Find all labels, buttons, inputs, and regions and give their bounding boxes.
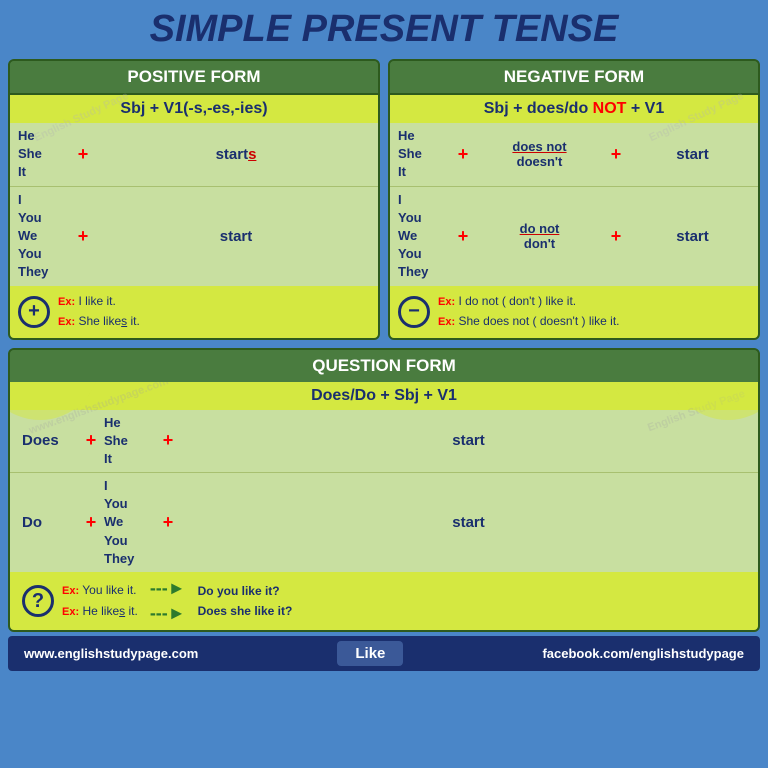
ex-label: Ex: [58, 316, 75, 328]
example-line: Ex: I do not ( don't ) like it. [438, 292, 620, 312]
ex-label: Ex: [58, 296, 75, 308]
dont: don't [524, 236, 555, 251]
footer-left: www.englishstudypage.com [24, 646, 198, 661]
q-subject: HeSheIt [102, 410, 157, 473]
subject-cell: HeSheIt [10, 123, 72, 186]
positive-examples: + Ex: I like it. Ex: She likes it. [10, 286, 378, 338]
negative-title: NEGATIVE FORM [390, 61, 758, 95]
question-table: Does + HeSheIt + start Do + IYouWeYouThe… [10, 410, 758, 573]
verb-cell: start [94, 228, 378, 245]
plus-sign: + [72, 226, 94, 247]
q-result-2: Does she like it? [198, 601, 293, 621]
modal-does: Does [10, 428, 80, 453]
example-line: Ex: She likes it. [58, 312, 140, 332]
plus-sign: + [605, 226, 627, 247]
q-example-line: Ex: You like it. [62, 580, 138, 601]
negative-section: English Study Page NEGATIVE FORM Sbj + d… [388, 59, 760, 340]
question-examples: ? Ex: You like it. Ex: He likes it. ‑‑‑►… [10, 572, 758, 630]
table-row: IYouWeYouThey + do not don't + start [390, 187, 758, 286]
like-button[interactable]: Like [337, 641, 403, 666]
positive-badge: + [18, 296, 50, 328]
table-row: IYouWeYouThey + start [10, 187, 378, 286]
table-row: HeSheIt + starts [10, 123, 378, 187]
verb-s: s [119, 604, 125, 618]
plus-sign: + [157, 430, 179, 451]
q-examples-left: Ex: You like it. Ex: He likes it. [62, 580, 138, 621]
q-verb: start [179, 514, 758, 531]
q-subject: IYouWeYouThey [102, 473, 157, 572]
plus-sign: + [605, 144, 627, 165]
q-table-row: Does + HeSheIt + start [10, 410, 758, 474]
examples-text: Ex: I like it. Ex: She likes it. [58, 292, 140, 331]
plus-sign: + [452, 226, 474, 247]
verb-suffix: s [248, 146, 256, 163]
subject-cell: IYouWeYouThey [390, 187, 452, 286]
q-examples-content: Ex: You like it. Ex: He likes it. ‑‑‑► ‑… [62, 578, 746, 624]
negative-formula: Sbj + does/do NOT + V1 [390, 95, 758, 123]
plus-sign: + [80, 512, 102, 533]
plus-sign: + [72, 144, 94, 165]
arrow-2: ‑‑‑► [150, 603, 186, 624]
q-table-row: Do + IYouWeYouThey + start [10, 473, 758, 572]
subject-cell: HeSheIt [390, 123, 452, 186]
plus-sign: + [80, 430, 102, 451]
negative-examples: − Ex: I do not ( don't ) like it. Ex: Sh… [390, 286, 758, 338]
negative-table: HeSheIt + does not doesn't + start IYouW… [390, 123, 758, 286]
footer-right: facebook.com/englishstudypage [542, 646, 744, 661]
ex-label: Ex: [438, 296, 455, 308]
subject-cell: IYouWeYouThey [10, 187, 72, 286]
question-formula: Does/Do + Sbj + V1 [10, 382, 758, 410]
ex-label: Ex: [62, 606, 79, 618]
main-container: SIMPLE PRESENT TENSE English Study Page … [0, 0, 768, 768]
doesnt: doesn't [517, 154, 563, 169]
table-row: HeSheIt + does not doesn't + start [390, 123, 758, 187]
do-not: do not [520, 221, 560, 236]
verb-cell: start [627, 228, 758, 245]
top-row: English Study Page POSITIVE FORM Sbj + V… [8, 59, 760, 340]
ex-label: Ex: [62, 585, 79, 597]
positive-table: HeSheIt + starts IYouWeYouThey + start [10, 123, 378, 286]
positive-section: English Study Page POSITIVE FORM Sbj + V… [8, 59, 380, 340]
question-section: www.englishstudypage.com English Study P… [8, 348, 760, 633]
plus-sign: + [452, 144, 474, 165]
modal-do: Do [10, 510, 80, 535]
question-badge: ? [22, 585, 54, 617]
examples-text: Ex: I do not ( don't ) like it. Ex: She … [438, 292, 620, 331]
not-text: NOT [593, 100, 627, 117]
ex-label: Ex: [438, 316, 455, 328]
negative-badge: − [398, 296, 430, 328]
positive-title: POSITIVE FORM [10, 61, 378, 95]
verb-s: s [121, 314, 127, 328]
footer: www.englishstudypage.com Like facebook.c… [8, 636, 760, 671]
q-example-line: Ex: He likes it. [62, 601, 138, 622]
question-title: QUESTION FORM [10, 350, 758, 382]
page-title: SIMPLE PRESENT TENSE [8, 8, 760, 51]
plus-sign: + [157, 512, 179, 533]
arrow-1: ‑‑‑► [150, 578, 186, 599]
example-line: Ex: She does not ( doesn't ) like it. [438, 312, 620, 332]
q-result-1: Do you like it? [198, 581, 293, 601]
verb-cell: start [627, 146, 758, 163]
q-verb: start [179, 432, 758, 449]
verb-cell: starts [94, 146, 378, 163]
q-arrows: ‑‑‑► ‑‑‑► [150, 578, 186, 624]
neg-verb-cell: do not don't [474, 221, 605, 251]
does-not: does not [512, 139, 566, 154]
positive-formula: Sbj + V1(-s,-es,-ies) [10, 95, 378, 123]
q-examples-right: Do you like it? Does she like it? [198, 581, 293, 622]
neg-verb-cell: does not doesn't [474, 139, 605, 169]
formula-start: Sbj + does/do [484, 100, 593, 117]
example-line: Ex: I like it. [58, 292, 140, 312]
formula-end: + V1 [626, 100, 664, 117]
